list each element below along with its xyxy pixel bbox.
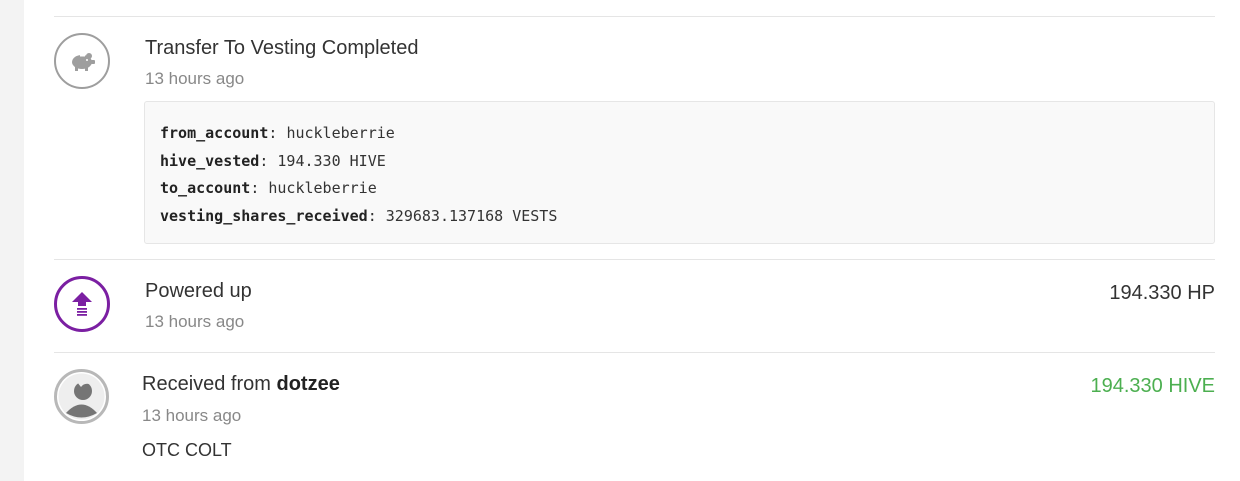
transaction-item: Received from dotzee 13 hours ago 194.33… bbox=[0, 0, 1240, 481]
transaction-amount: 194.330 HIVE bbox=[1090, 375, 1215, 397]
transaction-title: Received from dotzee bbox=[142, 373, 340, 396]
transaction-time: 13 hours ago bbox=[142, 406, 242, 425]
avatar[interactable] bbox=[54, 369, 109, 424]
transaction-memo: OTC COLT bbox=[142, 440, 232, 460]
title-prefix: Received from bbox=[142, 373, 277, 395]
sender-username[interactable]: dotzee bbox=[277, 373, 340, 395]
